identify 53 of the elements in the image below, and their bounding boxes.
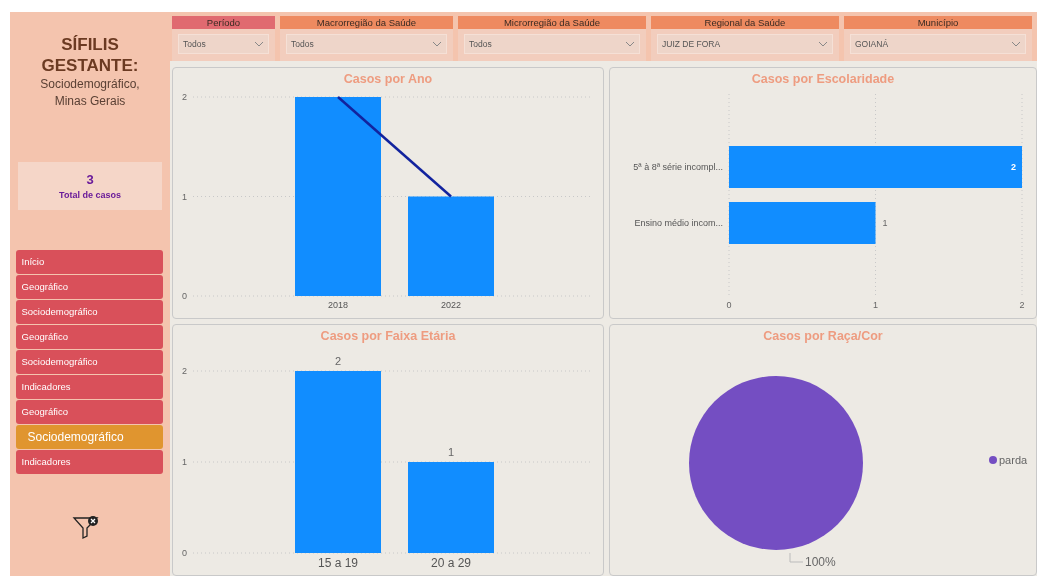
nav-button[interactable]: Geográfico: [15, 325, 163, 349]
nav-button[interactable]: Sociodemográfico: [15, 425, 163, 449]
nav-button[interactable]: Sociodemográfico: [15, 300, 163, 324]
data-label: 2: [1011, 162, 1016, 172]
nav-button[interactable]: Início: [15, 250, 163, 274]
axis-tick-label: 1: [873, 300, 878, 310]
category-label: 2022: [441, 300, 461, 310]
nav-button[interactable]: Geográfico: [15, 400, 163, 424]
data-label: 1: [882, 218, 888, 228]
category-label: 2018: [328, 300, 348, 310]
axis-tick-label: 2: [182, 92, 187, 102]
nav-button[interactable]: Indicadores: [15, 450, 163, 474]
dropdown-value: Todos: [183, 37, 206, 51]
filter-header: Macrorregião da Saúde: [280, 16, 453, 29]
chart-title: Casos por Faixa Etária: [320, 328, 456, 345]
nav-button[interactable]: Sociodemográfico: [15, 350, 163, 374]
axis-tick-label: 1: [182, 191, 187, 202]
chart-title: Casos por Raça/Cor: [763, 328, 883, 345]
dropdown-value: GOIANÁ: [855, 37, 889, 51]
report-title: SÍFILIS GESTANTE:: [40, 34, 140, 76]
category-label: 20 a 29: [431, 556, 471, 570]
category-label: 5ª à 8ª série incompl...: [633, 162, 723, 172]
total-label: Total de casos: [59, 190, 121, 200]
dropdown-value: Todos: [469, 37, 492, 51]
nav-button[interactable]: Geográfico: [15, 275, 163, 299]
total-value: 3: [86, 172, 94, 186]
filter-dropdown[interactable]: GOIANÁ: [850, 34, 1026, 54]
chart-title: Casos por Ano: [343, 71, 433, 88]
axis-tick-label: 2: [1019, 300, 1025, 310]
axis-tick-label: 0: [182, 291, 187, 301]
axis-tick-label: 1: [182, 457, 187, 467]
category-label: Ensino médio incom...: [634, 218, 723, 228]
data-label: 100%: [805, 555, 836, 569]
filter-dropdown[interactable]: JUIZ DE FORA: [657, 34, 833, 54]
nav-button[interactable]: Indicadores: [15, 375, 163, 399]
axis-tick-label: 2: [182, 366, 187, 376]
filter-header: Município: [844, 16, 1032, 29]
category-label: 15 a 19: [318, 556, 358, 570]
dropdown-value: JUIZ DE FORA: [662, 37, 721, 51]
report-subtitle: Sociodemográfico, Minas Gerais: [39, 76, 141, 110]
chart-title: Casos por Escolaridade: [751, 71, 895, 88]
filter-dropdown[interactable]: Todos: [464, 34, 640, 54]
data-label: 1: [447, 446, 455, 458]
data-label: 2: [334, 355, 342, 367]
filter-dropdown[interactable]: Todos: [286, 34, 447, 54]
legend-label: parda: [999, 454, 1028, 466]
axis-tick-label: 0: [726, 300, 732, 310]
filter-header: Período: [172, 16, 275, 29]
filter-header: Microrregião da Saúde: [458, 16, 646, 29]
filter-dropdown[interactable]: Todos: [178, 34, 269, 54]
axis-tick-label: 0: [182, 548, 187, 558]
filter-header: Regional da Saúde: [651, 16, 839, 29]
dropdown-value: Todos: [291, 37, 314, 51]
